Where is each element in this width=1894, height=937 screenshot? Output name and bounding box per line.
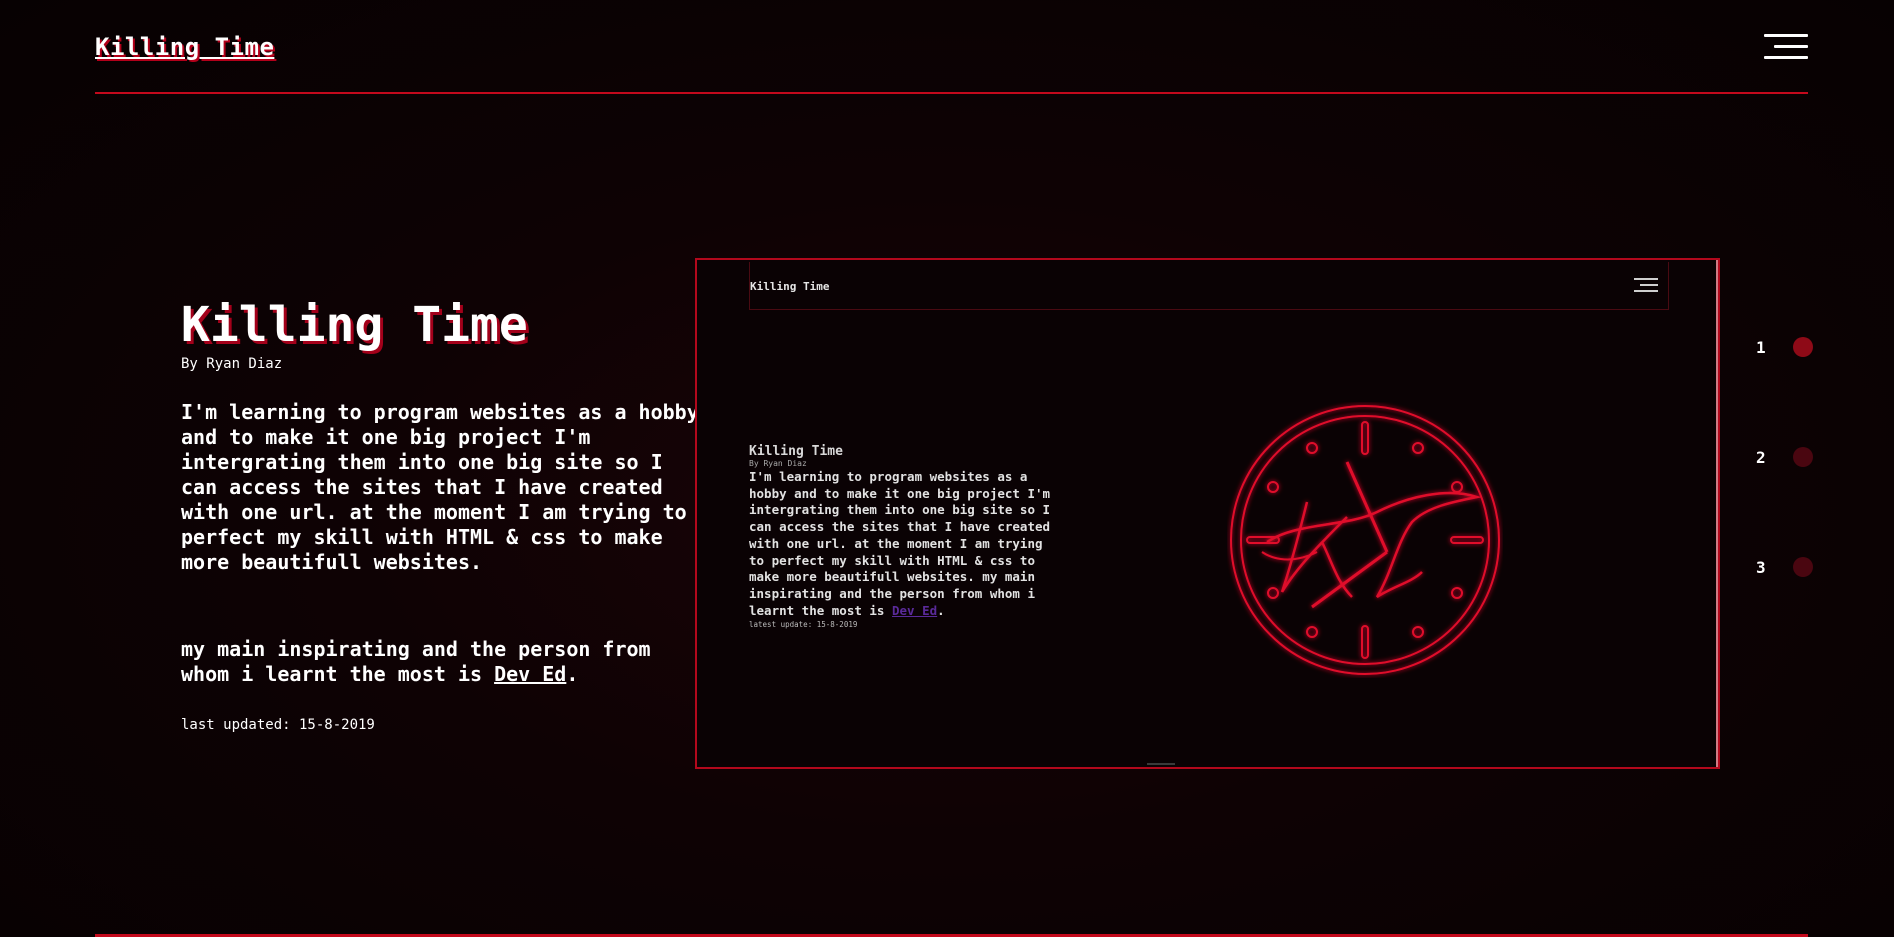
- pager-item-3[interactable]: 3: [1748, 556, 1818, 578]
- clock-hand-hour: [1345, 461, 1389, 553]
- clock-mark-3: [1450, 536, 1484, 544]
- preview-text: Killing Time By Ryan Diaz I'm learning t…: [749, 444, 1059, 629]
- preview-dev-ed-link: Dev Ed: [892, 602, 938, 618]
- clock-dot: [1267, 481, 1279, 493]
- clock-mark-6: [1361, 625, 1369, 659]
- clock-dot: [1306, 442, 1318, 454]
- last-updated: last updated: 15-8-2019: [181, 717, 375, 733]
- inspiration-text: my main inspirating and the person from …: [181, 637, 701, 687]
- preview-hamburger-line: [1634, 290, 1658, 292]
- preview-edge-highlight: [1716, 260, 1718, 767]
- preview-hamburger-line: [1640, 284, 1658, 286]
- pager-number: 3: [1756, 558, 1766, 577]
- top-nav: Killing Time: [95, 0, 1808, 94]
- clock-svg: [1230, 405, 1500, 675]
- clock-dot: [1451, 587, 1463, 599]
- site-preview-frame[interactable]: Killing Time Killing Time By Ryan Diaz I…: [695, 258, 1720, 769]
- preview-description: I'm learning to program websites as a ho…: [749, 469, 1059, 619]
- page: Killing Time Killing Time By Ryan Diaz I…: [0, 0, 1894, 937]
- hamburger-line: [1764, 56, 1808, 59]
- dev-ed-link[interactable]: Dev Ed: [494, 662, 566, 686]
- preview-hamburger-line: [1634, 278, 1658, 280]
- hamburger-menu-icon[interactable]: [1764, 34, 1808, 60]
- pager-dot[interactable]: [1793, 447, 1813, 467]
- inspiration-suffix: .: [566, 662, 579, 686]
- clock-hand-minute: [1311, 550, 1388, 609]
- preview-description-text: I'm learning to program websites as a ho…: [749, 469, 1051, 618]
- pager-number: 1: [1756, 338, 1766, 357]
- page-title: Killing Time: [181, 297, 528, 353]
- preview-nav: Killing Time: [749, 262, 1669, 310]
- pager-dot[interactable]: [1793, 557, 1813, 577]
- intro-description: I'm learning to program websites as a ho…: [181, 400, 699, 574]
- preview-description-suffix: .: [937, 602, 945, 618]
- clock-mark-12: [1361, 421, 1369, 455]
- site-logo-link[interactable]: Killing Time: [95, 33, 274, 61]
- preview-scrollbar: [1147, 763, 1175, 765]
- script-letter-k: [1280, 501, 1353, 598]
- pager-item-2[interactable]: 2: [1748, 446, 1818, 468]
- clock-dot: [1306, 626, 1318, 638]
- clock-dot: [1267, 587, 1279, 599]
- clock-dot: [1451, 481, 1463, 493]
- preview-hamburger-icon: [1634, 278, 1658, 293]
- pager-number: 2: [1756, 448, 1766, 467]
- preview-title: Killing Time: [749, 444, 843, 459]
- hamburger-line: [1764, 34, 1808, 37]
- preview-author: By Ryan Diaz: [749, 459, 807, 468]
- pager-item-1[interactable]: 1: [1748, 336, 1818, 358]
- pager-dot[interactable]: [1793, 337, 1813, 357]
- kt-clock-logo-icon: [1227, 402, 1503, 678]
- preview-updated: latest update: 15-8-2019: [749, 620, 858, 630]
- preview-logo: Killing Time: [750, 280, 830, 293]
- author-line: By Ryan Diaz: [181, 356, 283, 372]
- hamburger-line: [1774, 45, 1808, 48]
- inspiration-prefix: my main inspirating and the person from …: [181, 637, 651, 686]
- script-letter-t: [1266, 491, 1482, 599]
- clock-dot: [1412, 442, 1424, 454]
- intro-section: Killing Time By Ryan Diaz I'm learning t…: [181, 296, 701, 733]
- clock-dot: [1412, 626, 1424, 638]
